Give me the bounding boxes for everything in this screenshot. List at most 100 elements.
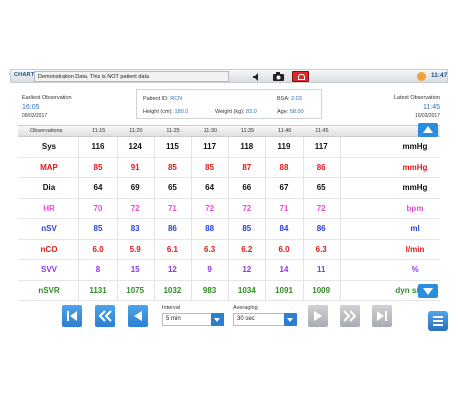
value-cell: 1034 [237, 285, 256, 295]
value-cell: 6.0 [278, 244, 290, 254]
step-forward-button[interactable] [308, 305, 328, 327]
alarm-silence-button[interactable] [292, 71, 309, 82]
value-cell: 8 [95, 265, 101, 274]
unit-label: mmHg [402, 142, 428, 151]
value-cell: 85 [93, 162, 103, 172]
value-cell: 71 [279, 203, 289, 213]
time-column-header: 11:20 [129, 128, 143, 134]
speaker-icon[interactable] [253, 73, 261, 81]
value-cell: 117 [314, 142, 328, 151]
value-cell: 72 [130, 203, 140, 213]
menu-icon-bar [433, 324, 443, 326]
averaging-label: Averaging [233, 305, 258, 311]
earliest-observation-time: 16:05 [22, 104, 40, 111]
clock: 11:47 [431, 72, 448, 79]
value-cell: 12 [242, 265, 252, 274]
value-cell: 64 [93, 183, 103, 192]
value-cell: 86 [316, 162, 326, 172]
interval-select[interactable]: 5 min [162, 313, 224, 326]
latest-observation-time: 11:45 [423, 104, 440, 111]
menu-icon-bar [433, 320, 443, 322]
grid-divider [191, 137, 192, 301]
parameter-label: nSVR [38, 285, 60, 295]
jump-to-end-button[interactable] [372, 305, 392, 327]
page-forward-button[interactable] [340, 305, 360, 327]
value-cell: 72 [205, 203, 215, 213]
value-cell: 88 [279, 162, 289, 172]
alert-icon[interactable] [417, 72, 426, 81]
value-cell: 117 [203, 142, 217, 151]
parameter-label: HR [43, 203, 55, 213]
grid-divider [153, 137, 155, 301]
value-cell: 12 [167, 265, 177, 274]
patient-id: Patient ID: RCN [143, 96, 182, 102]
value-cell: 66 [242, 183, 252, 192]
value-cell: 71 [167, 203, 177, 213]
value-cell: 65 [316, 183, 326, 192]
value-cell: 72 [316, 203, 326, 213]
latest-observation-date: 10/03/2017 [414, 113, 440, 119]
earliest-observation-date: 09/03/2017 [22, 113, 48, 119]
unit-label: bpm [406, 203, 424, 213]
skip-to-end-icon [377, 311, 387, 321]
value-cell: 84 [279, 224, 289, 233]
patient-info-panel: Patient ID: RCN BSA: 2.03 Height (cm): 1… [136, 89, 322, 119]
demo-data-banner: Demonstration Data. This is NOT patient … [34, 71, 229, 82]
value-cell: 116 [91, 142, 105, 151]
value-cell: 70 [93, 203, 103, 213]
unit-label: mmHg [402, 183, 428, 192]
scroll-up-button[interactable] [418, 123, 438, 137]
parameter-label: Sys [41, 142, 57, 151]
scroll-down-button[interactable] [418, 284, 438, 298]
time-column-header: 11:30 [203, 128, 217, 134]
menu-icon [433, 316, 443, 318]
value-cell: 6.0 [92, 244, 104, 254]
patient-bsa: BSA: 2.03 [277, 96, 302, 102]
menu-button[interactable] [428, 311, 448, 331]
value-cell: 69 [130, 183, 140, 192]
value-cell: 119 [277, 142, 291, 151]
value-cell: 9 [207, 265, 212, 274]
value-cell: 85 [242, 224, 252, 233]
grid-divider [116, 137, 118, 301]
unit-label: l/min [405, 244, 425, 254]
earliest-observation-label: Earliest Observation [22, 95, 72, 101]
grid-divider [78, 137, 79, 301]
time-column-header: 11:25 [166, 128, 180, 134]
value-cell: 85 [93, 224, 103, 233]
patient-id-label: Patient ID: [143, 96, 169, 102]
averaging-value: 30 sec [237, 316, 255, 322]
parameter-label: Dia [42, 183, 56, 192]
chevron-left-icon [134, 311, 142, 321]
time-column-header: 11:35 [240, 128, 255, 134]
unit-label: mmHg [402, 162, 428, 172]
step-back-button[interactable] [128, 305, 148, 327]
interval-label: Interval [162, 305, 181, 311]
page-back-button[interactable] [95, 305, 115, 327]
interval-value: 5 min [166, 316, 181, 322]
value-cell: 1009 [312, 285, 331, 295]
chevron-right-icon [314, 311, 322, 321]
parameter-label: nCO [40, 244, 58, 254]
bsa-value: 2.03 [291, 96, 302, 102]
parameter-label: nSV [41, 224, 57, 233]
grid-divider [302, 137, 304, 301]
age-value: 58.00 [289, 109, 304, 115]
arrow-up-icon [423, 126, 433, 133]
jump-to-start-button[interactable] [62, 305, 82, 327]
latest-observation-label: Latest Observation [393, 95, 440, 101]
double-chevron-left-icon [98, 310, 112, 322]
averaging-select[interactable]: 30 sec [233, 313, 297, 326]
value-cell: 64 [205, 183, 215, 192]
time-column-header: 11:40 [278, 128, 292, 134]
value-cell: 65 [167, 183, 177, 192]
bell-icon [298, 74, 305, 80]
value-cell: 83 [130, 224, 140, 233]
arrow-down-icon [423, 288, 433, 295]
value-cell: 14 [279, 265, 289, 274]
time-column-header: 11:45 [315, 128, 329, 134]
value-cell: 115 [165, 142, 179, 151]
camera-icon[interactable] [273, 72, 284, 81]
value-cell: 11 [316, 265, 326, 274]
observations-header-label: Observations [30, 128, 63, 134]
